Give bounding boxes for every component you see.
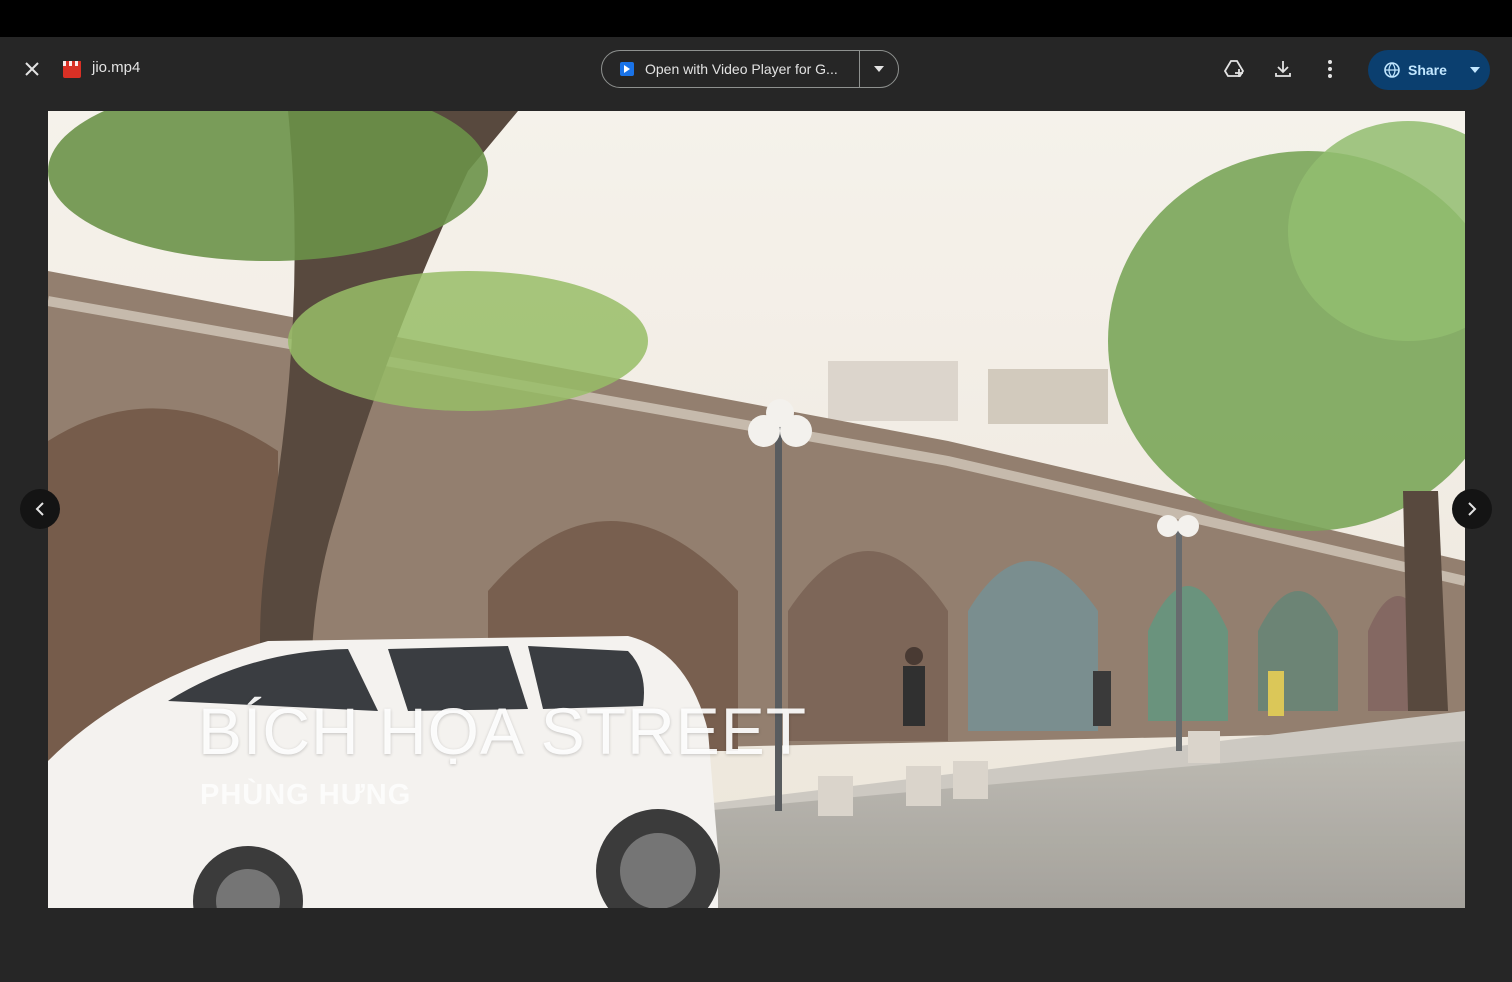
more-vert-icon bbox=[1328, 60, 1332, 78]
share-dropdown-button[interactable] bbox=[1460, 50, 1490, 90]
close-button[interactable] bbox=[16, 53, 48, 85]
add-to-drive-button[interactable] bbox=[1219, 53, 1251, 85]
share-button[interactable]: Share bbox=[1368, 50, 1460, 90]
video-player-app-icon bbox=[620, 62, 634, 76]
viewer-header: jio.mp4 Open with Video Player for G... … bbox=[0, 37, 1512, 101]
share-label: Share bbox=[1408, 62, 1447, 78]
open-with-control: Open with Video Player for G... bbox=[601, 50, 899, 88]
chevron-right-icon bbox=[1468, 502, 1477, 516]
more-actions-button[interactable] bbox=[1314, 53, 1346, 85]
add-to-drive-icon bbox=[1224, 60, 1245, 77]
caret-down-icon bbox=[1470, 67, 1480, 73]
open-with-label: Open with Video Player for G... bbox=[645, 61, 838, 77]
caret-down-icon bbox=[874, 66, 885, 72]
globe-icon bbox=[1384, 62, 1400, 78]
video-subtitle-overlay: PHÙNG HƯNG bbox=[200, 779, 412, 811]
previous-file-button[interactable] bbox=[20, 489, 60, 529]
video-frame[interactable]: BÍCH HỌA STREET PHÙNG HƯNG bbox=[48, 111, 1465, 908]
chevron-left-icon bbox=[35, 502, 44, 516]
open-with-button[interactable]: Open with Video Player for G... bbox=[602, 51, 861, 87]
file-name: jio.mp4 bbox=[92, 59, 141, 76]
video-title-overlay: BÍCH HỌA STREET bbox=[198, 694, 808, 768]
open-with-dropdown-button[interactable] bbox=[860, 51, 898, 87]
download-button[interactable] bbox=[1267, 53, 1299, 85]
top-bar bbox=[0, 0, 1512, 37]
download-icon bbox=[1275, 61, 1291, 77]
share-control: Share bbox=[1368, 50, 1490, 90]
video-file-icon bbox=[63, 61, 81, 78]
next-file-button[interactable] bbox=[1452, 489, 1492, 529]
close-icon bbox=[25, 62, 39, 76]
